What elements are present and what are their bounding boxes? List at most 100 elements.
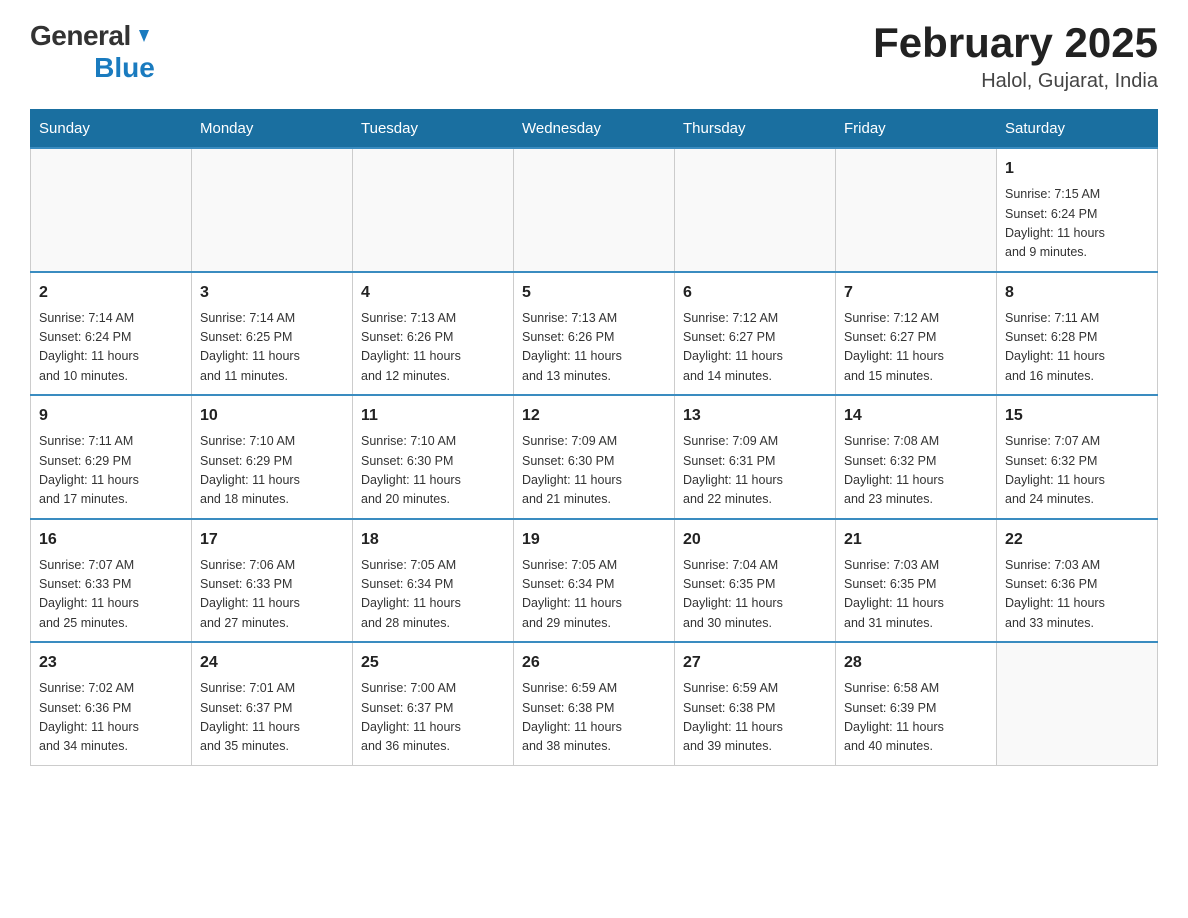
col-header-monday: Monday (192, 110, 353, 149)
calendar-cell: 28 Sunrise: 6:58 AMSunset: 6:39 PMDayligh… (836, 642, 997, 765)
calendar-header-row: SundayMondayTuesdayWednesdayThursdayFrid… (31, 110, 1158, 149)
day-number: 2 (39, 281, 183, 305)
day-info: Sunrise: 7:10 AMSunset: 6:29 PMDaylight:… (200, 432, 344, 510)
calendar-cell: 4 Sunrise: 7:13 AMSunset: 6:26 PMDaylight… (353, 272, 514, 396)
day-number: 22 (1005, 528, 1149, 552)
day-info: Sunrise: 7:00 AMSunset: 6:37 PMDaylight:… (361, 679, 505, 757)
calendar-cell: 8 Sunrise: 7:11 AMSunset: 6:28 PMDaylight… (997, 272, 1158, 396)
calendar-cell: 26 Sunrise: 6:59 AMSunset: 6:38 PMDayligh… (514, 642, 675, 765)
day-info: Sunrise: 7:01 AMSunset: 6:37 PMDaylight:… (200, 679, 344, 757)
calendar-cell: 16 Sunrise: 7:07 AMSunset: 6:33 PMDayligh… (31, 519, 192, 643)
day-number: 15 (1005, 404, 1149, 428)
location-text: Halol, Gujarat, India (873, 70, 1158, 93)
col-header-wednesday: Wednesday (514, 110, 675, 149)
col-header-friday: Friday (836, 110, 997, 149)
calendar-cell: 15 Sunrise: 7:07 AMSunset: 6:32 PMDayligh… (997, 395, 1158, 519)
calendar-cell: 17 Sunrise: 7:06 AMSunset: 6:33 PMDayligh… (192, 519, 353, 643)
calendar-cell: 22 Sunrise: 7:03 AMSunset: 6:36 PMDayligh… (997, 519, 1158, 643)
day-info: Sunrise: 7:05 AMSunset: 6:34 PMDaylight:… (361, 556, 505, 634)
day-number: 23 (39, 651, 183, 675)
month-title: February 2025 (873, 20, 1158, 66)
col-header-tuesday: Tuesday (353, 110, 514, 149)
calendar-cell (353, 148, 514, 272)
col-header-sunday: Sunday (31, 110, 192, 149)
day-number: 9 (39, 404, 183, 428)
day-number: 21 (844, 528, 988, 552)
day-info: Sunrise: 6:59 AMSunset: 6:38 PMDaylight:… (522, 679, 666, 757)
day-number: 11 (361, 404, 505, 428)
day-number: 14 (844, 404, 988, 428)
day-info: Sunrise: 7:11 AMSunset: 6:28 PMDaylight:… (1005, 309, 1149, 387)
day-info: Sunrise: 7:09 AMSunset: 6:31 PMDaylight:… (683, 432, 827, 510)
logo-arrow-icon (133, 26, 155, 48)
day-info: Sunrise: 7:13 AMSunset: 6:26 PMDaylight:… (522, 309, 666, 387)
calendar-cell: 1Sunrise: 7:15 AMSunset: 6:24 PMDaylight… (997, 148, 1158, 272)
day-info: Sunrise: 7:12 AMSunset: 6:27 PMDaylight:… (683, 309, 827, 387)
calendar-cell: 13 Sunrise: 7:09 AMSunset: 6:31 PMDayligh… (675, 395, 836, 519)
day-info: Sunrise: 7:15 AMSunset: 6:24 PMDaylight:… (1005, 185, 1149, 263)
calendar-cell: 11 Sunrise: 7:10 AMSunset: 6:30 PMDayligh… (353, 395, 514, 519)
col-header-saturday: Saturday (997, 110, 1158, 149)
day-info: Sunrise: 7:11 AMSunset: 6:29 PMDaylight:… (39, 432, 183, 510)
day-info: Sunrise: 7:06 AMSunset: 6:33 PMDaylight:… (200, 556, 344, 634)
calendar-cell: 3 Sunrise: 7:14 AMSunset: 6:25 PMDaylight… (192, 272, 353, 396)
calendar-cell: 23 Sunrise: 7:02 AMSunset: 6:36 PMDayligh… (31, 642, 192, 765)
logo-general-text: General (30, 20, 131, 52)
day-number: 8 (1005, 281, 1149, 305)
week-row-4: 16 Sunrise: 7:07 AMSunset: 6:33 PMDayligh… (31, 519, 1158, 643)
calendar-cell: 14 Sunrise: 7:08 AMSunset: 6:32 PMDayligh… (836, 395, 997, 519)
day-info: Sunrise: 7:08 AMSunset: 6:32 PMDaylight:… (844, 432, 988, 510)
calendar-cell: 18Sunrise: 7:05 AMSunset: 6:34 PMDayligh… (353, 519, 514, 643)
calendar-cell: 19 Sunrise: 7:05 AMSunset: 6:34 PMDayligh… (514, 519, 675, 643)
logo: General Blue (30, 20, 155, 84)
col-header-thursday: Thursday (675, 110, 836, 149)
calendar-cell: 12 Sunrise: 7:09 AMSunset: 6:30 PMDayligh… (514, 395, 675, 519)
day-info: Sunrise: 7:14 AMSunset: 6:25 PMDaylight:… (200, 309, 344, 387)
calendar-cell (192, 148, 353, 272)
calendar-cell: 6Sunrise: 7:12 AMSunset: 6:27 PMDaylight… (675, 272, 836, 396)
day-number: 12 (522, 404, 666, 428)
day-number: 17 (200, 528, 344, 552)
day-info: Sunrise: 7:04 AMSunset: 6:35 PMDaylight:… (683, 556, 827, 634)
calendar-cell (31, 148, 192, 272)
day-info: Sunrise: 7:07 AMSunset: 6:32 PMDaylight:… (1005, 432, 1149, 510)
day-number: 4 (361, 281, 505, 305)
day-info: Sunrise: 6:58 AMSunset: 6:39 PMDaylight:… (844, 679, 988, 757)
day-info: Sunrise: 6:59 AMSunset: 6:38 PMDaylight:… (683, 679, 827, 757)
day-number: 3 (200, 281, 344, 305)
page-header: General Blue February 2025 Halol, Gujara… (30, 20, 1158, 93)
calendar-cell: 20 Sunrise: 7:04 AMSunset: 6:35 PMDayligh… (675, 519, 836, 643)
day-number: 13 (683, 404, 827, 428)
day-number: 26 (522, 651, 666, 675)
day-info: Sunrise: 7:13 AMSunset: 6:26 PMDaylight:… (361, 309, 505, 387)
day-number: 20 (683, 528, 827, 552)
day-info: Sunrise: 7:03 AMSunset: 6:36 PMDaylight:… (1005, 556, 1149, 634)
day-info: Sunrise: 7:12 AMSunset: 6:27 PMDaylight:… (844, 309, 988, 387)
calendar-cell: 27Sunrise: 6:59 AMSunset: 6:38 PMDayligh… (675, 642, 836, 765)
day-info: Sunrise: 7:02 AMSunset: 6:36 PMDaylight:… (39, 679, 183, 757)
calendar-cell: 9 Sunrise: 7:11 AMSunset: 6:29 PMDaylight… (31, 395, 192, 519)
day-number: 5 (522, 281, 666, 305)
day-number: 28 (844, 651, 988, 675)
day-info: Sunrise: 7:05 AMSunset: 6:34 PMDaylight:… (522, 556, 666, 634)
day-info: Sunrise: 7:07 AMSunset: 6:33 PMDaylight:… (39, 556, 183, 634)
calendar-cell (997, 642, 1158, 765)
logo-blue-text: Blue (94, 52, 155, 84)
day-number: 25 (361, 651, 505, 675)
calendar-cell (514, 148, 675, 272)
calendar-cell: 25 Sunrise: 7:00 AMSunset: 6:37 PMDayligh… (353, 642, 514, 765)
day-number: 7 (844, 281, 988, 305)
calendar-cell: 21 Sunrise: 7:03 AMSunset: 6:35 PMDayligh… (836, 519, 997, 643)
calendar-cell: 7 Sunrise: 7:12 AMSunset: 6:27 PMDaylight… (836, 272, 997, 396)
day-number: 24 (200, 651, 344, 675)
day-info: Sunrise: 7:09 AMSunset: 6:30 PMDaylight:… (522, 432, 666, 510)
week-row-1: 1Sunrise: 7:15 AMSunset: 6:24 PMDaylight… (31, 148, 1158, 272)
calendar-cell: 5 Sunrise: 7:13 AMSunset: 6:26 PMDaylight… (514, 272, 675, 396)
title-section: February 2025 Halol, Gujarat, India (873, 20, 1158, 93)
day-number: 10 (200, 404, 344, 428)
day-number: 16 (39, 528, 183, 552)
calendar-cell (836, 148, 997, 272)
day-info: Sunrise: 7:10 AMSunset: 6:30 PMDaylight:… (361, 432, 505, 510)
day-number: 19 (522, 528, 666, 552)
day-info: Sunrise: 7:03 AMSunset: 6:35 PMDaylight:… (844, 556, 988, 634)
